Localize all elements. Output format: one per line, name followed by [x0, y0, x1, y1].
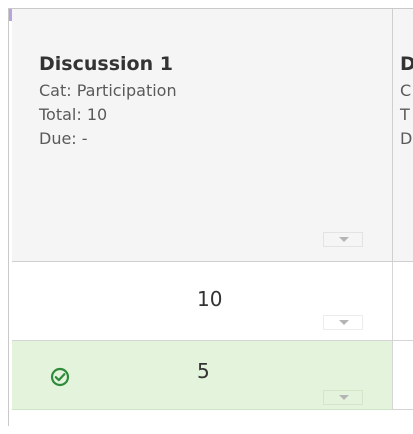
- grade-cell-dropdown[interactable]: [323, 315, 363, 330]
- column-title: Discussion 1: [39, 53, 173, 75]
- column-due: Due: -: [39, 129, 88, 148]
- next-column-category: C: [400, 81, 412, 100]
- column-total: Total: 10: [39, 105, 108, 124]
- next-column-title: D: [400, 53, 413, 75]
- next-column-total: T: [400, 105, 410, 124]
- gradebook-grid: Discussion 1 Cat: Participation Total: 1…: [8, 8, 413, 426]
- column-header-discussion-1[interactable]: Discussion 1 Cat: Participation Total: 1…: [12, 9, 393, 262]
- column-category: Cat: Participation: [39, 81, 177, 100]
- next-column-due: D: [400, 129, 413, 148]
- grade-cell-row-1[interactable]: 10: [12, 262, 393, 341]
- column-menu-dropdown[interactable]: [323, 232, 363, 247]
- column-header-next[interactable]: D C T D: [393, 9, 413, 262]
- grade-cell-row-2[interactable]: 5: [12, 341, 393, 410]
- check-circle-icon: [50, 367, 70, 387]
- grade-cell-next-row-2[interactable]: [393, 341, 413, 410]
- grade-score[interactable]: 10: [197, 287, 222, 311]
- grade-cell-next-row-1[interactable]: [393, 262, 413, 341]
- grade-cell-dropdown[interactable]: [323, 390, 363, 405]
- grade-score[interactable]: 5: [197, 359, 210, 383]
